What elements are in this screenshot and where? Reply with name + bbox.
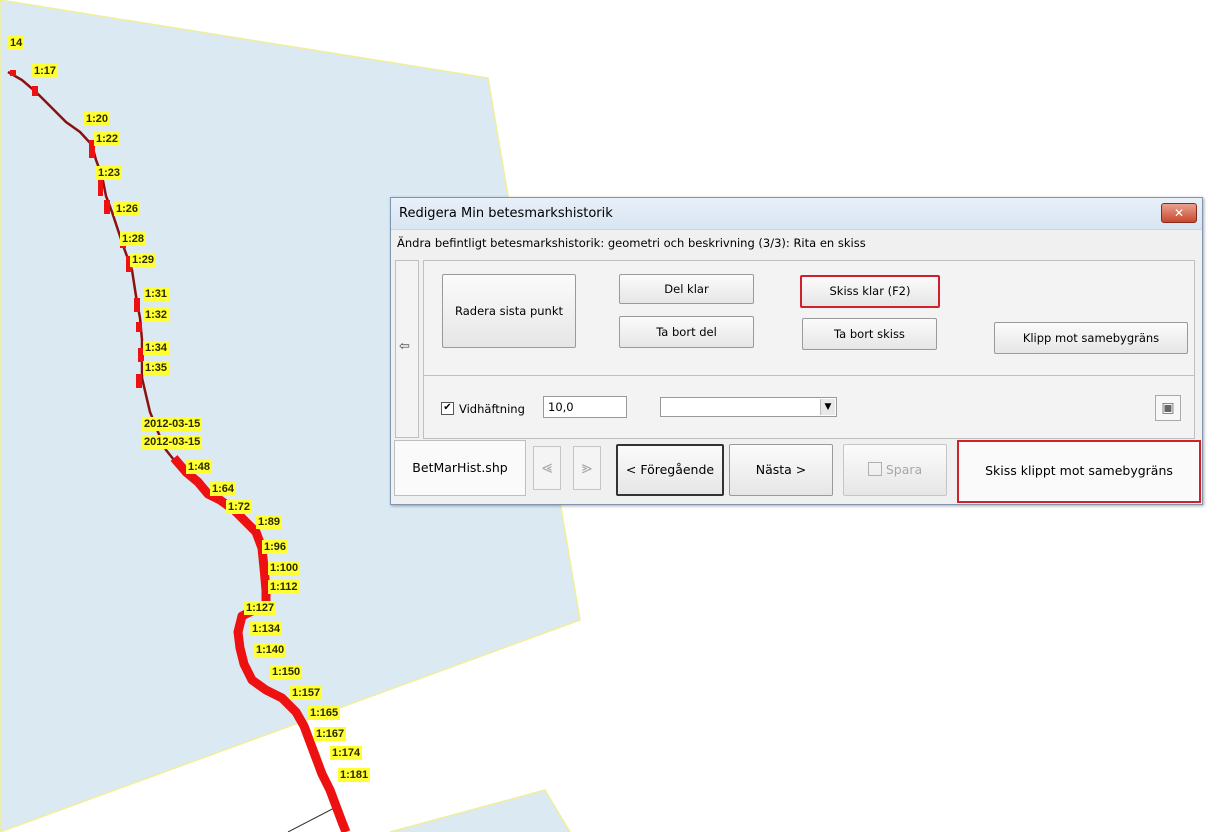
- vertex-label: 1:112: [268, 580, 300, 594]
- vertex-label: 2012-03-15: [142, 435, 203, 449]
- snapping-checkbox[interactable]: ✔: [441, 402, 454, 415]
- vertex-label: 1:48: [186, 460, 213, 474]
- snapping-label: Vidhäftning: [459, 402, 525, 416]
- vertex-label: 1:165: [308, 706, 341, 720]
- prev-record-button[interactable]: ⪡: [533, 446, 561, 490]
- vertex-label: 1:31: [143, 287, 170, 301]
- step-description: Ändra befintligt betesmarkshistorik: geo…: [397, 236, 866, 250]
- clip-boundary-button[interactable]: Klipp mot samebygräns: [994, 322, 1188, 354]
- sketch-done-button[interactable]: Skiss klar (F2): [800, 275, 940, 308]
- arrow-left-icon: ⪡: [541, 457, 553, 478]
- vertex-label: 1:35: [143, 361, 170, 375]
- remove-part-label: Ta bort del: [656, 325, 717, 339]
- arrow-right-icon: ⪢: [581, 457, 593, 478]
- remove-sketch-button[interactable]: Ta bort skiss: [802, 318, 937, 350]
- dialog-titlebar[interactable]: Redigera Min betesmarkshistorik ✕: [391, 198, 1202, 230]
- sketch-done-label: Skiss klar (F2): [829, 284, 911, 298]
- edit-dialog: Redigera Min betesmarkshistorik ✕ Ändra …: [390, 197, 1203, 505]
- vertex-label: 1:167: [314, 727, 347, 741]
- save-button[interactable]: Spara: [843, 444, 947, 496]
- close-button[interactable]: ✕: [1161, 203, 1197, 223]
- vertex-label: 1:157: [290, 686, 323, 700]
- boundary-line: [287, 804, 341, 832]
- vertex-label: 1:17: [32, 64, 59, 78]
- vertex-label: 1:100: [268, 561, 301, 575]
- vertex-label: 1:174: [330, 746, 363, 760]
- part-done-button[interactable]: Del klar: [619, 274, 754, 304]
- layer-dropdown[interactable]: ▼: [660, 397, 837, 417]
- vertex-label: 1:26: [114, 202, 141, 216]
- save-label: Spara: [885, 462, 923, 477]
- vertex-label: 1:96: [262, 540, 289, 554]
- next-button[interactable]: Nästa >: [729, 444, 833, 496]
- chevron-down-icon[interactable]: ▼: [820, 399, 835, 415]
- part-done-label: Del klar: [664, 282, 709, 296]
- vertex-label: 2012-03-15: [142, 417, 203, 431]
- vertex-label: 1:64: [210, 482, 237, 496]
- vertex-label: 14: [8, 36, 25, 50]
- table-edit-icon[interactable]: ▣: [1155, 395, 1181, 421]
- status-message: Skiss klippt mot samebygräns: [957, 440, 1201, 503]
- file-name-label: BetMarHist.shp: [394, 440, 526, 496]
- area-polygon-lower: [389, 789, 571, 832]
- vertex-label: 1:140: [254, 643, 287, 657]
- check-icon: ✔: [443, 402, 452, 413]
- vertex-label: 1:150: [270, 665, 303, 679]
- snapping-tolerance-input[interactable]: [543, 396, 627, 418]
- disk-icon: [867, 462, 882, 476]
- next-record-button[interactable]: ⪢: [573, 446, 601, 490]
- dialog-title: Redigera Min betesmarkshistorik: [399, 206, 613, 221]
- delete-last-point-label: Radera sista punkt: [454, 304, 564, 318]
- vertex-label: 1:89: [256, 515, 283, 529]
- vertex-label: 1:22: [94, 132, 121, 146]
- vertex-label: 1:72: [226, 500, 253, 514]
- vertex-label: 1:23: [96, 166, 123, 180]
- delete-last-point-button[interactable]: Radera sista punkt: [442, 274, 576, 348]
- vertex-label: 1:32: [143, 308, 170, 322]
- previous-button[interactable]: < Föregående: [616, 444, 724, 496]
- next-label: Nästa >: [755, 462, 807, 477]
- previous-label: < Föregående: [625, 462, 715, 477]
- vertex-label: 1:134: [250, 622, 283, 636]
- clip-boundary-label: Klipp mot samebygräns: [1022, 331, 1160, 345]
- collapse-strip[interactable]: ⇦: [395, 260, 419, 438]
- vertex-label: 1:28: [120, 232, 147, 246]
- remove-sketch-label: Ta bort skiss: [834, 327, 905, 341]
- arrow-left-icon[interactable]: ⇦: [399, 339, 410, 354]
- vertex-label: 1:29: [130, 253, 157, 267]
- save-button-inner: Spara: [867, 445, 923, 495]
- close-icon: ✕: [1173, 206, 1185, 220]
- vertex-label: 1:127: [244, 601, 277, 615]
- vertex-label: 1:20: [84, 112, 111, 126]
- vertex-label: 1:34: [143, 341, 170, 355]
- remove-part-button[interactable]: Ta bort del: [619, 316, 754, 348]
- vertex-label: 1:181: [338, 768, 371, 782]
